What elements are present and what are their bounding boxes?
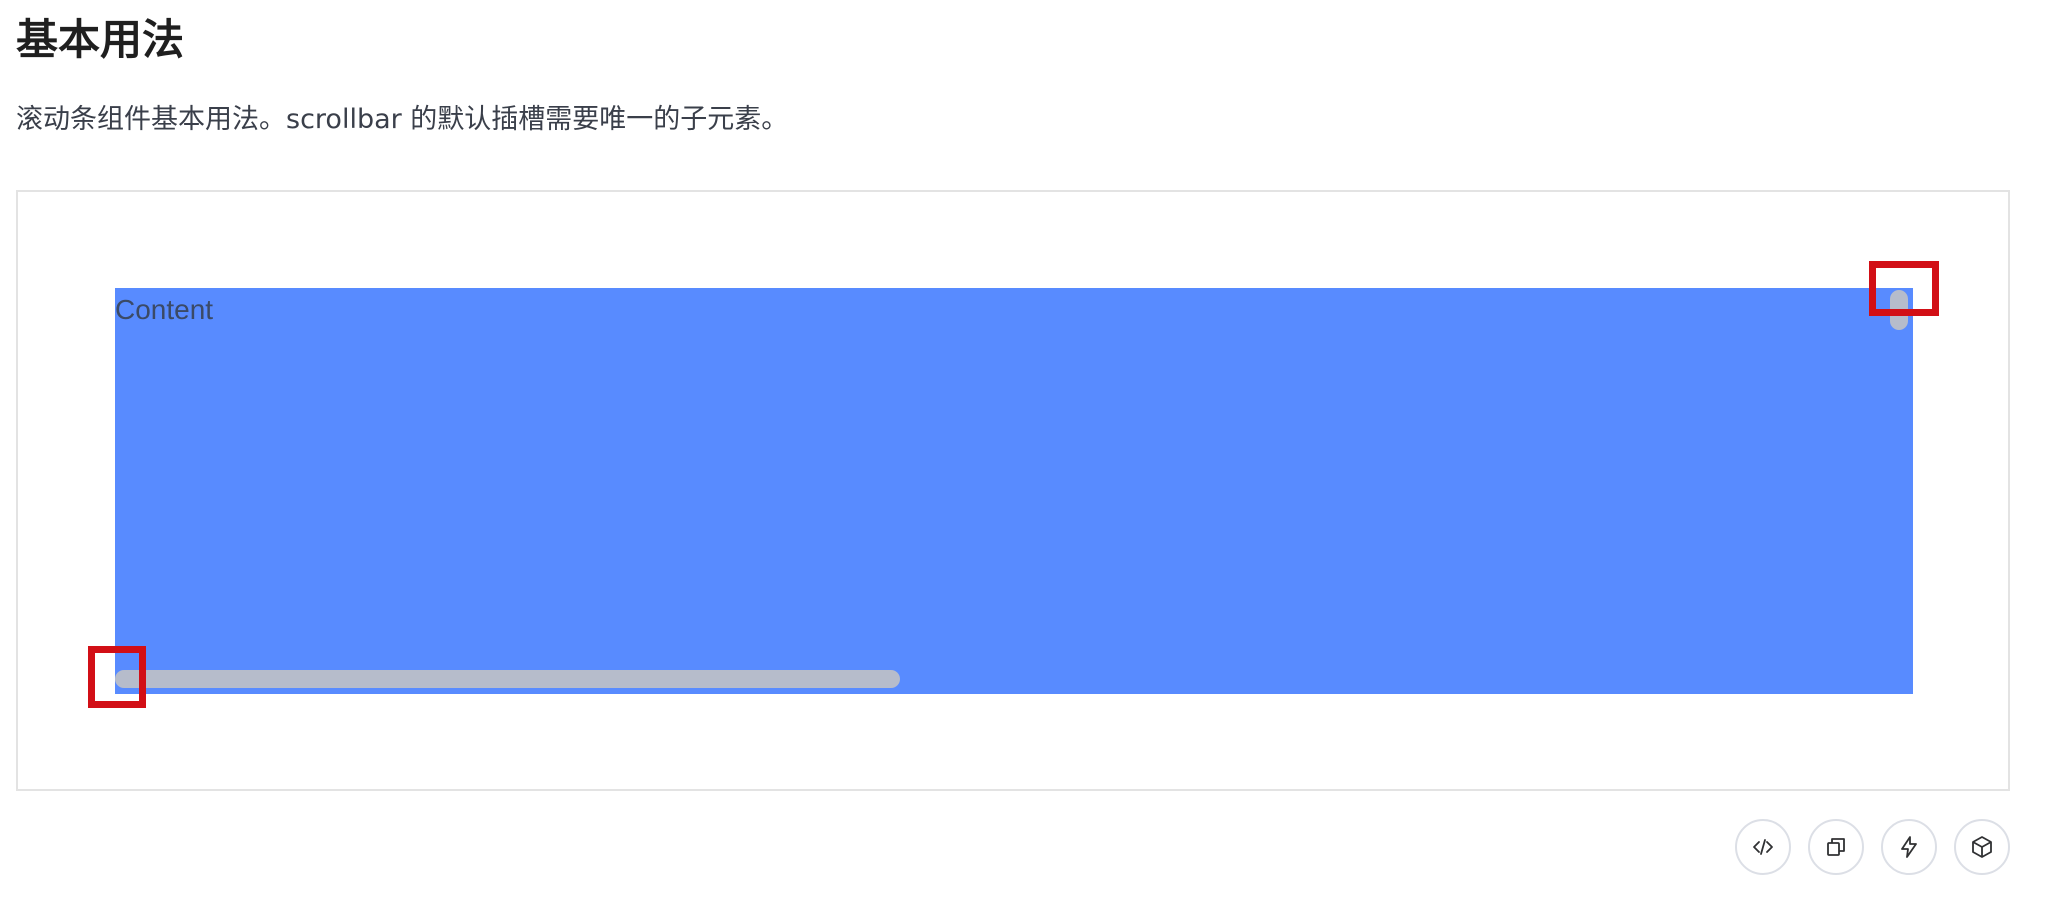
scrollbar-demo[interactable]: Content <box>115 288 1913 694</box>
code-icon <box>1753 839 1773 855</box>
view-code-button[interactable] <box>1735 819 1791 875</box>
vertical-scrollbar-highlight <box>1869 261 1939 316</box>
content-label: Content <box>115 294 214 325</box>
sandbox-button[interactable] <box>1954 819 2010 875</box>
lightning-icon <box>1901 836 1917 858</box>
section-description: 滚动条组件基本用法。scrollbar 的默认插槽需要唯一的子元素。 <box>16 104 789 135</box>
copy-icon <box>1827 838 1845 856</box>
section-title: 基本用法 <box>16 15 185 64</box>
horizontal-scrollbar-highlight <box>88 646 146 708</box>
demo-toolbar <box>1735 819 2010 875</box>
cube-icon <box>1972 836 1992 858</box>
copy-code-button[interactable] <box>1808 819 1864 875</box>
horizontal-scrollbar-thumb[interactable] <box>115 670 900 688</box>
playground-button[interactable] <box>1881 819 1937 875</box>
